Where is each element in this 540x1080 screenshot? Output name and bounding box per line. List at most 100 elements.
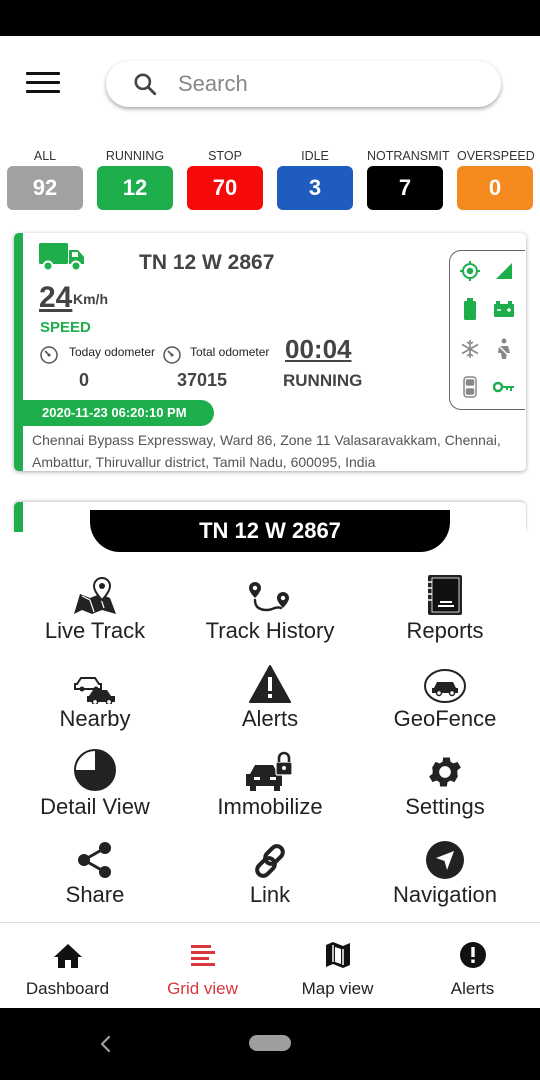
status-bar <box>0 0 540 36</box>
system-navigation-bar <box>0 1008 540 1080</box>
duration-value: 00:04 <box>285 334 352 364</box>
action-link[interactable]: Link <box>180 836 360 908</box>
map-pin-icon <box>74 576 116 614</box>
route-icon <box>249 582 289 612</box>
bottom-navigation: Dashboard Grid view Map view Alerts <box>0 923 540 1008</box>
action-label: Alerts <box>241 706 299 731</box>
ignition-key-icon <box>492 375 516 399</box>
filter-running[interactable]: RUNNING 12 <box>97 148 173 210</box>
alert-circle-icon <box>459 942 486 968</box>
filter-count: 70 <box>187 166 263 210</box>
geofence-icon <box>424 669 466 703</box>
action-label: Live Track <box>44 618 146 643</box>
action-geofence[interactable]: GeoFence <box>355 660 535 732</box>
app-bar <box>0 36 540 132</box>
action-detail-view[interactable]: Detail View <box>5 748 185 820</box>
filter-all[interactable]: ALL 92 <box>7 148 83 210</box>
battery-icon <box>458 297 482 321</box>
filter-label: IDLE <box>301 149 329 163</box>
back-icon[interactable] <box>96 1032 116 1056</box>
vehicle-status-icons <box>449 250 525 410</box>
map-icon <box>325 942 350 968</box>
total-odometer-value: 37015 <box>177 370 228 390</box>
vehicle-plate: TN 12 W 2867 <box>139 251 275 274</box>
ac-icon <box>458 337 482 361</box>
filter-notransmit[interactable]: NOTRANSMIT 7 <box>367 148 450 210</box>
nav-label: Grid view <box>167 979 238 998</box>
nav-map-view[interactable]: Map view <box>270 923 405 1008</box>
home-icon <box>53 944 82 968</box>
car-lock-icon <box>246 751 293 791</box>
vehicle-address: Chennai Bypass Expressway, Ward 86, Zone… <box>32 432 501 470</box>
report-book-icon <box>428 575 462 615</box>
action-label: Detail View <box>40 794 150 819</box>
search-bar[interactable] <box>106 61 501 107</box>
pie-chart-icon <box>74 749 116 791</box>
filter-count: 12 <box>97 166 173 210</box>
speed-unit: Km/h <box>73 291 108 307</box>
signal-icon <box>492 259 516 283</box>
truck-icon <box>39 243 84 272</box>
menu-icon[interactable] <box>26 72 60 96</box>
action-settings[interactable]: Settings <box>355 748 535 820</box>
filter-label: ALL <box>33 149 57 163</box>
search-icon <box>134 73 157 96</box>
door-icon <box>458 375 482 399</box>
action-navigation[interactable]: Navigation <box>355 836 535 908</box>
sheet-title: TN 12 W 2867 <box>90 510 450 552</box>
action-label: Reports <box>406 618 484 643</box>
cars-icon <box>74 677 115 704</box>
action-label: Navigation <box>393 882 497 907</box>
nav-label: Alerts <box>450 979 495 998</box>
filter-count: 7 <box>367 166 443 210</box>
search-input[interactable] <box>178 71 458 97</box>
action-reports[interactable]: Reports <box>355 572 535 644</box>
filter-label: OVERSPEED <box>457 149 535 163</box>
last-update-datetime: 2020-11-23 06:20:10 PM <box>23 400 214 426</box>
gps-icon <box>458 259 482 283</box>
car-battery-icon <box>492 297 516 321</box>
link-icon <box>255 844 285 878</box>
filter-overspeed[interactable]: OVERSPEED 0 <box>457 148 535 210</box>
filter-label: NOTRANSMIT <box>367 149 450 163</box>
warning-icon <box>249 665 291 703</box>
filter-stop[interactable]: STOP 70 <box>187 148 263 210</box>
action-nearby[interactable]: Nearby <box>5 660 185 732</box>
gear-icon <box>429 757 461 787</box>
filter-count: 92 <box>7 166 83 210</box>
filter-label: RUNNING <box>105 149 165 163</box>
speed-label: SPEED <box>40 319 91 336</box>
nav-dashboard[interactable]: Dashboard <box>0 923 135 1008</box>
action-label: Immobilize <box>217 794 323 819</box>
vehicle-card[interactable]: TN 12 W 2867 24 Km/h SPEED Today odomete… <box>14 233 526 471</box>
home-pill[interactable] <box>249 1035 291 1051</box>
vehicle-status: RUNNING <box>283 371 363 390</box>
odometer-gauge-icon <box>163 346 181 364</box>
filter-idle[interactable]: IDLE 3 <box>277 148 353 210</box>
total-odometer-label: Total odometer <box>190 345 270 359</box>
grid-list-icon <box>190 945 215 966</box>
action-alerts[interactable]: Alerts <box>180 660 360 732</box>
action-track-history[interactable]: Track History <box>180 572 360 644</box>
vehicle-actions-sheet: Live Track Track History Reports Nearby … <box>0 532 540 922</box>
action-label: Track History <box>205 618 335 643</box>
odometer-gauge-icon <box>40 346 58 364</box>
filter-count: 3 <box>277 166 353 210</box>
action-share[interactable]: Share <box>5 836 185 908</box>
action-label: Settings <box>405 794 485 819</box>
nav-alerts[interactable]: Alerts <box>405 923 540 1008</box>
seatbelt-icon <box>492 337 516 361</box>
nav-label: Dashboard <box>25 979 110 998</box>
speed-value: 24 <box>39 281 73 314</box>
filter-label: STOP <box>208 149 242 163</box>
share-icon <box>78 842 111 878</box>
nav-grid-view[interactable]: Grid view <box>135 923 270 1008</box>
status-filters: ALL 92 RUNNING 12 STOP 70 IDLE 3 NOTRANSMIT 7… <box>0 148 540 214</box>
today-odometer-value: 0 <box>79 370 90 390</box>
action-immobilize[interactable]: Immobilize <box>180 748 360 820</box>
action-label: Nearby <box>59 706 131 731</box>
action-label: Share <box>65 882 125 907</box>
action-live-track[interactable]: Live Track <box>5 572 185 644</box>
nav-label: Map view <box>301 979 374 998</box>
action-label: Link <box>249 882 291 907</box>
